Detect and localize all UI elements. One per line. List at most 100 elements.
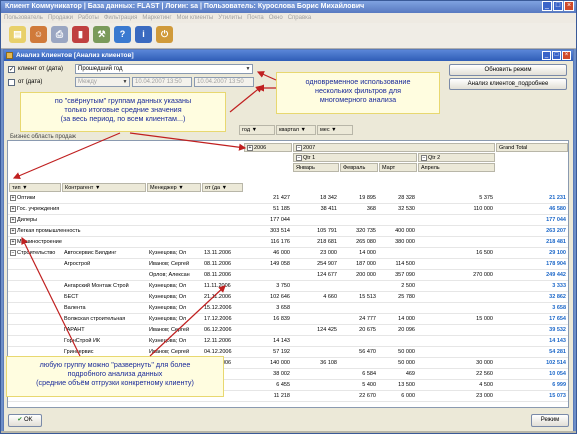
value-cell: 15 000 [476,316,493,322]
value-cell: 23 000 [476,393,493,399]
field-month-label: мес [320,127,330,133]
row-field-type-label: тип [12,185,21,191]
row-type-label: Гос. учреждения [17,206,60,212]
row-divider [8,302,568,303]
menu-item[interactable]: Фильтрация [104,15,138,21]
expand-icon[interactable]: + [10,238,16,245]
menu-item[interactable]: Пользователь [4,15,43,21]
ok-button[interactable]: ✔ OK [8,414,42,427]
value-cell: 469 [405,371,415,377]
mode-button[interactable]: Режим [531,414,569,427]
value-cell: 30 000 [476,360,493,366]
expand-icon[interactable]: + [247,144,253,151]
collapse-icon[interactable]: − [421,154,427,161]
print-icon[interactable]: ⎙ [51,26,68,43]
row-field-date[interactable]: от (да ▼ [202,183,243,192]
people-icon[interactable]: ☺ [30,26,47,43]
row-client: Валента [64,305,86,311]
row-field-manager[interactable]: Менеджер ▼ [147,183,201,192]
collapse-icon[interactable]: − [10,249,16,256]
year-2006-header[interactable]: +2006 [244,143,292,152]
menu-item[interactable]: Окно [269,15,283,21]
doc-icon[interactable]: ▤ [9,26,26,43]
maximize-button[interactable]: □ [553,1,563,11]
menu-item[interactable]: Утилиты [218,15,242,21]
value-cell: 254 907 [317,261,337,267]
field-month[interactable]: мес ▼ [317,125,353,135]
update-mode-button[interactable]: Обновить режим [449,64,567,76]
row-field-client[interactable]: Контрагент ▼ [62,183,146,192]
chart-icon[interactable]: ▮ [72,26,89,43]
field-year[interactable]: год ▼ [239,125,275,135]
expand-icon[interactable]: + [10,227,16,234]
value-cell: 303 514 [270,228,290,234]
row-date: 15.12.2006 [204,305,232,311]
client-period-select[interactable]: Прошедший год ▼ [75,64,253,74]
client-date-checkbox[interactable]: ✓ [8,66,15,73]
close-button[interactable]: × [564,1,574,11]
value-cell: 21 427 [273,195,290,201]
row-field-type[interactable]: тип ▼ [9,183,61,192]
qtr2-label: Qtr 2 [428,155,441,161]
grand-total-cell: 249 442 [546,272,566,278]
year-2007-header[interactable]: −2007 [293,143,495,152]
row-client: Автосервис Билдинг [64,250,117,256]
callout-line: любую группу можно "развернуть" для боле… [39,360,191,369]
chevron-down-icon: ▼ [122,79,128,85]
menu-item[interactable]: Мои клиенты [177,15,214,21]
grand-total-cell: 10 054 [549,371,566,377]
qtr1-header[interactable]: − Qtr 1 [293,153,417,162]
row-manager: Иванов; Сергей [149,261,190,267]
row-divider [8,335,568,336]
value-cell: 22 670 [359,393,376,399]
from-date-checkbox[interactable] [8,79,15,86]
field-quarter[interactable]: квартал ▼ [276,125,316,135]
value-cell: 218 681 [317,239,337,245]
callout-line: подробного анализа данных [67,369,163,378]
collapse-icon[interactable]: − [296,144,302,151]
row-date: 08.11.2006 [204,261,232,267]
exit-icon[interactable]: ⏻ [156,26,173,43]
menu-item[interactable]: Справка [288,15,312,21]
status-bar [1,431,576,433]
value-cell: 13 500 [398,382,415,388]
client-analysis-detail-button[interactable]: Анализ клиентов_подробнее [449,78,567,90]
value-cell: 46 000 [273,250,290,256]
month-header: Апрель [418,163,495,172]
row-divider [8,203,568,204]
child-minimize-button[interactable]: _ [542,51,551,60]
expand-icon[interactable]: + [10,194,16,201]
row-manager: Кузнецова; Ол [149,305,187,311]
menu-item[interactable]: Маркетинг [142,15,171,21]
value-cell: 22 560 [476,371,493,377]
menu-item[interactable]: Почта [247,15,264,21]
date-to-input[interactable]: 10.04.2007 13:50 [194,77,254,87]
collapse-icon[interactable]: − [296,154,302,161]
from-type-value: Между [78,79,97,85]
expand-icon[interactable]: + [10,205,16,212]
row-divider [8,291,568,292]
child-close-button[interactable]: × [562,51,571,60]
tools-icon[interactable]: ⚒ [93,26,110,43]
row-manager: Кузнецова; Ол [149,250,187,256]
value-cell: 57 192 [273,349,290,355]
value-cell: 320 735 [356,228,376,234]
minimize-button[interactable]: _ [542,1,552,11]
row-type-label: Легкая промышленность [17,228,81,234]
from-type-select[interactable]: Между ▼ [75,77,130,87]
menu-item[interactable]: Продажи [48,15,73,21]
child-maximize-button[interactable]: □ [552,51,561,60]
qtr2-header[interactable]: − Qtr 2 [418,153,495,162]
value-cell: 2 500 [401,283,415,289]
row-divider [8,280,568,281]
grand-total-cell: 218 481 [546,239,566,245]
expand-icon[interactable]: + [10,216,16,223]
year-2007-label: 2007 [303,145,316,151]
grand-total-cell: 15 073 [549,393,566,399]
menu-item[interactable]: Работы [78,15,99,21]
client-period-value: Прошедший год [78,66,123,72]
row-date: 21.11.2006 [204,294,232,300]
help-icon[interactable]: ? [114,26,131,43]
info-icon[interactable]: i [135,26,152,43]
date-from-input[interactable]: 10.04.2007 13:50 [132,77,192,87]
